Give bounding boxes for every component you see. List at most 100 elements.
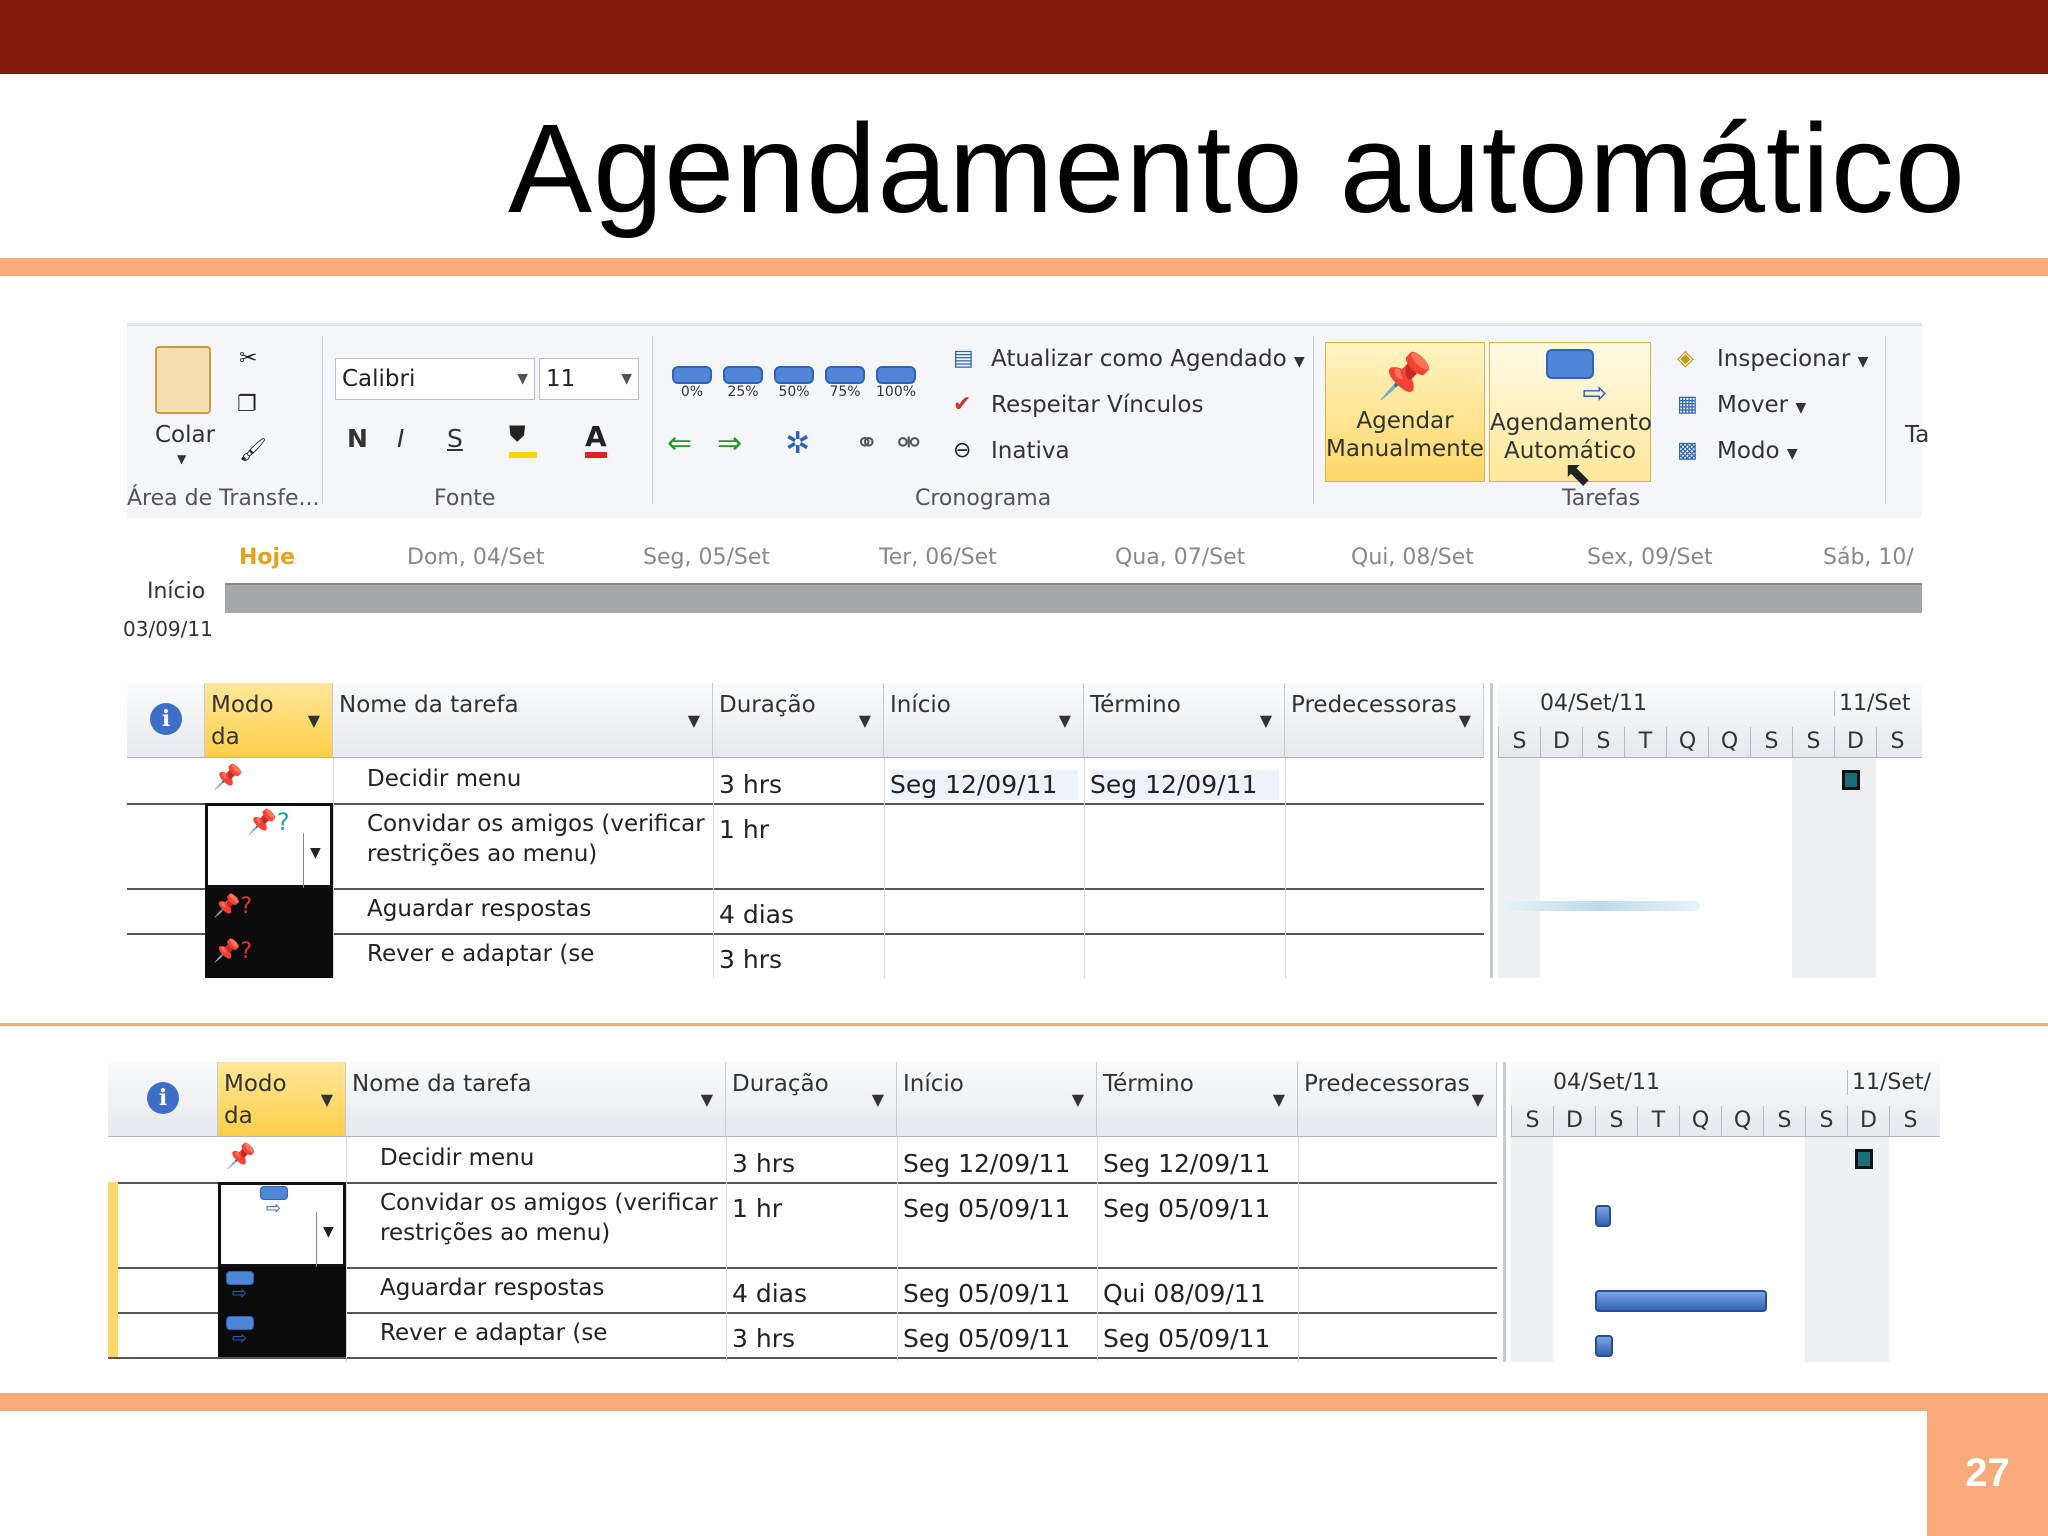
task-duration[interactable]: 3 hrs <box>732 1149 795 1179</box>
column-header-name[interactable]: Nome da tarefa ▼ <box>333 683 713 758</box>
dropdown-arrow-icon[interactable]: ▼ <box>321 1084 333 1116</box>
task-finish[interactable]: Seg 05/09/11 <box>1103 1194 1270 1224</box>
split-task-icon[interactable]: ✲ <box>785 426 810 461</box>
unlink-tasks-icon[interactable]: ⚮ <box>897 426 920 459</box>
task-start[interactable]: Seg 05/09/11 <box>903 1279 1070 1309</box>
column-header-info[interactable]: i <box>108 1062 218 1137</box>
respect-links-button[interactable]: Respeitar Vínculos <box>991 392 1203 418</box>
task-start[interactable]: Seg 05/09/11 <box>903 1194 1070 1224</box>
percent-complete-button[interactable]: 100% <box>876 366 916 400</box>
task-name[interactable]: Aguardar respostas <box>380 1273 720 1303</box>
column-header-mode[interactable]: Modo da ▼ <box>218 1062 346 1137</box>
task-duration[interactable]: 4 dias <box>719 900 794 930</box>
gantt-bar[interactable] <box>1500 901 1700 911</box>
task-start[interactable]: Seg 12/09/11 <box>890 770 1078 800</box>
update-as-scheduled-button[interactable]: Atualizar como Agendado ▼ <box>991 346 1305 372</box>
dropdown-arrow-icon[interactable]: ▼ <box>688 705 700 737</box>
format-painter-icon[interactable]: 🖌 <box>239 438 267 463</box>
column-header-finish[interactable]: Término ▼ <box>1084 683 1285 758</box>
gantt-bar[interactable] <box>1595 1205 1611 1227</box>
gantt-day-label: D <box>1540 727 1582 757</box>
underline-button[interactable]: S <box>447 424 463 453</box>
gantt-splitter[interactable] <box>1503 1062 1506 1362</box>
move-button[interactable]: Mover ▼ <box>1717 392 1806 418</box>
link-tasks-icon[interactable]: ⚭ <box>855 426 878 459</box>
font-color-button[interactable]: A <box>585 422 607 458</box>
task-name[interactable]: Convidar os amigos (verificar restrições… <box>380 1188 720 1248</box>
task-duration[interactable]: 3 hrs <box>719 770 782 800</box>
task-finish[interactable]: Seg 12/09/11 <box>1103 1149 1270 1179</box>
gantt-bar[interactable] <box>1595 1290 1767 1312</box>
dropdown-arrow-icon[interactable]: ▼ <box>872 1084 884 1116</box>
dropdown-arrow-icon[interactable]: ▼ <box>1273 1084 1285 1116</box>
dropdown-arrow-icon[interactable]: ▼ <box>1459 705 1471 737</box>
manual-schedule-button[interactable]: 📌 Agendar Manualmente <box>1325 342 1485 482</box>
column-header-duration[interactable]: Duração ▼ <box>726 1062 897 1137</box>
column-header-finish[interactable]: Término ▼ <box>1097 1062 1298 1137</box>
column-header-label: Modo da <box>211 692 274 750</box>
task-name[interactable]: Decidir menu <box>367 764 707 794</box>
indent-icon[interactable]: ⇒ <box>717 426 742 461</box>
column-header-predecessors[interactable]: Predecessoras ▼ <box>1285 683 1484 758</box>
dropdown-arrow-icon[interactable]: ▼ <box>1059 705 1071 737</box>
percent-complete-button[interactable]: 75% <box>825 366 865 400</box>
title-divider <box>0 258 2048 276</box>
font-size-combo[interactable]: 11 ▼ <box>539 358 639 400</box>
paste-button[interactable]: Colar <box>155 422 215 448</box>
dropdown-arrow-icon[interactable]: ▼ <box>701 1084 713 1116</box>
task-name[interactable]: Rever e adaptar (se <box>380 1318 720 1348</box>
mode-button[interactable]: Modo ▼ <box>1717 438 1798 464</box>
task-start[interactable]: Seg 12/09/11 <box>903 1149 1070 1179</box>
task-duration[interactable]: 1 hr <box>719 815 769 845</box>
next-group-clipped[interactable]: Ta <box>1905 422 1929 448</box>
percent-complete-button[interactable]: 25% <box>723 366 763 400</box>
percent-complete-button[interactable]: 0% <box>672 366 712 400</box>
dropdown-arrow-icon[interactable]: ▼ <box>1072 1084 1084 1116</box>
milestone-marker[interactable] <box>1842 770 1860 790</box>
task-name[interactable]: Convidar os amigos (verificar restrições… <box>367 809 707 869</box>
paste-icon[interactable] <box>155 346 211 414</box>
font-name-combo[interactable]: Calibri ▼ <box>335 358 535 400</box>
milestone-marker[interactable] <box>1855 1149 1873 1169</box>
inspect-button[interactable]: Inspecionar ▼ <box>1717 346 1868 372</box>
paste-dropdown-icon[interactable]: ▼ <box>177 452 186 466</box>
task-name[interactable]: Decidir menu <box>380 1143 720 1173</box>
column-header-name[interactable]: Nome da tarefa ▼ <box>346 1062 726 1137</box>
task-start[interactable]: Seg 05/09/11 <box>903 1324 1070 1354</box>
timeline-bar[interactable] <box>225 583 1922 613</box>
slide-header-bar <box>0 0 2048 74</box>
gantt-bar[interactable] <box>1595 1335 1613 1357</box>
task-finish[interactable]: Seg 05/09/11 <box>1103 1324 1270 1354</box>
dropdown-arrow-icon[interactable]: ▼ <box>1260 705 1272 737</box>
column-header-label: Modo da <box>224 1071 287 1129</box>
outdent-icon[interactable]: ⇐ <box>667 426 692 461</box>
italic-button[interactable]: I <box>397 424 404 453</box>
fill-color-icon[interactable]: ⛊ <box>509 422 537 458</box>
task-duration[interactable]: 3 hrs <box>732 1324 795 1354</box>
task-duration[interactable]: 3 hrs <box>719 945 782 975</box>
column-header-start[interactable]: Início ▼ <box>897 1062 1097 1137</box>
task-name[interactable]: Aguardar respostas <box>367 894 707 924</box>
cut-icon[interactable]: ✂ <box>239 346 257 371</box>
task-duration[interactable]: 4 dias <box>732 1279 807 1309</box>
task-finish[interactable]: Seg 12/09/11 <box>1090 770 1279 800</box>
column-header-predecessors[interactable]: Predecessoras ▼ <box>1298 1062 1497 1137</box>
task-duration[interactable]: 1 hr <box>732 1194 782 1224</box>
bold-button[interactable]: N <box>347 424 368 453</box>
copy-icon[interactable]: ❐ <box>237 392 257 417</box>
task-finish[interactable]: Qui 08/09/11 <box>1103 1279 1266 1309</box>
column-header-mode[interactable]: Modo da ▼ <box>205 683 333 758</box>
dropdown-arrow-icon[interactable]: ▼ <box>859 705 871 737</box>
gantt-splitter[interactable] <box>1490 683 1493 978</box>
mode-dropdown-arrow-icon[interactable]: ▼ <box>303 833 321 893</box>
dropdown-arrow-icon[interactable]: ▼ <box>1472 1084 1484 1116</box>
dropdown-arrow-icon[interactable]: ▼ <box>308 705 320 737</box>
task-name[interactable]: Rever e adaptar (se <box>367 939 707 969</box>
column-header-duration[interactable]: Duração ▼ <box>713 683 884 758</box>
column-divider <box>726 1137 727 1362</box>
mode-dropdown-arrow-icon[interactable]: ▼ <box>316 1212 334 1272</box>
column-header-start[interactable]: Início ▼ <box>884 683 1084 758</box>
column-header-info[interactable]: i <box>127 683 205 758</box>
inactive-button[interactable]: Inativa <box>991 438 1070 464</box>
percent-complete-button[interactable]: 50% <box>774 366 814 400</box>
